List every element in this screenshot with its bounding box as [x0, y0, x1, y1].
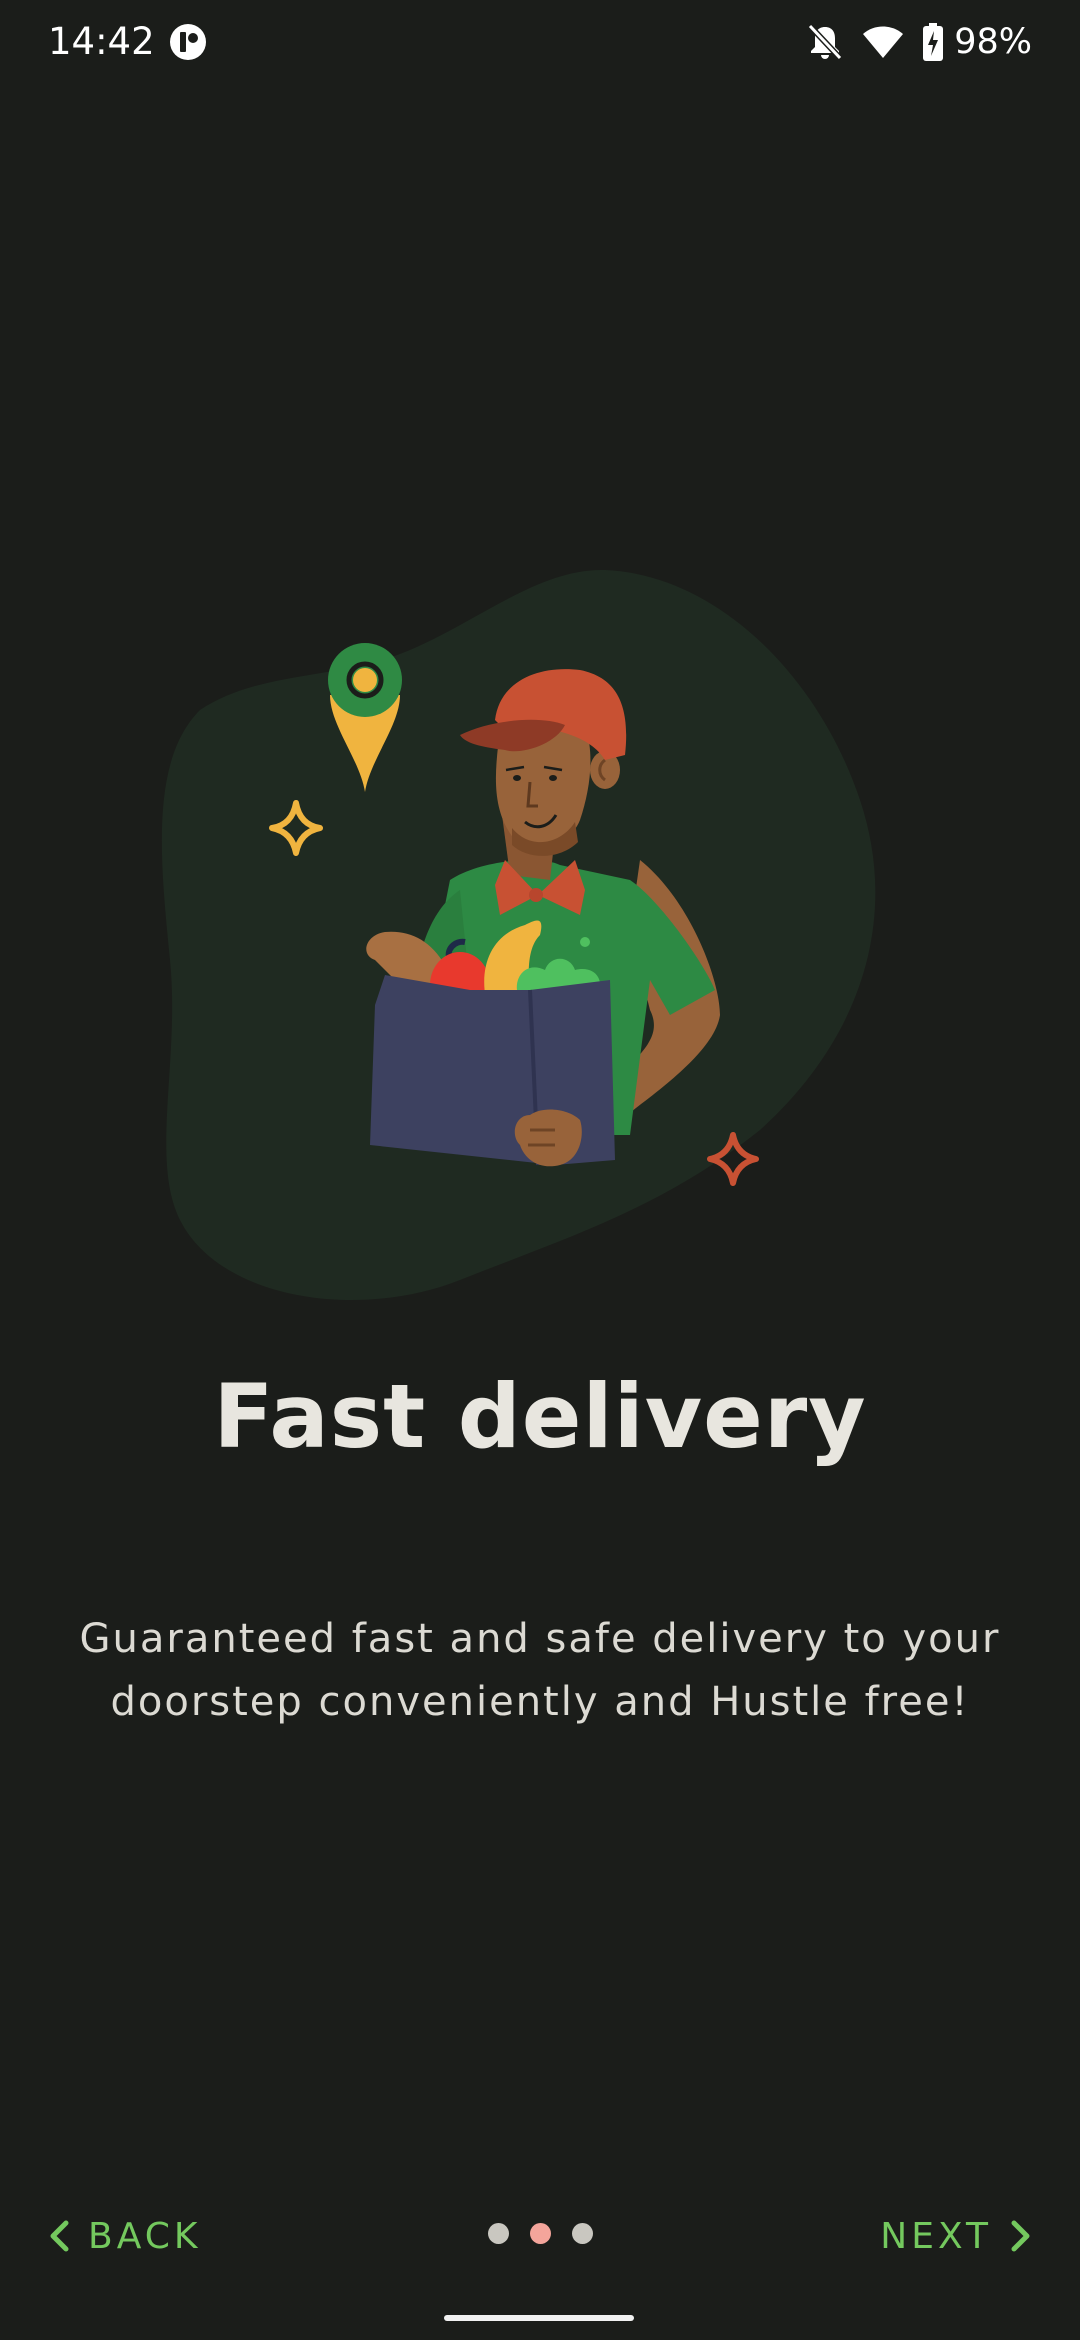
- battery-percentage: 98%: [954, 22, 1032, 62]
- bell-off-icon: [808, 23, 843, 61]
- status-icons: 98%: [806, 20, 1032, 64]
- description-line-2: doorstep conveniently and Hustle free!: [110, 1679, 970, 1725]
- app-notification-icon: [170, 24, 206, 60]
- battery-charging-icon: [923, 23, 944, 61]
- status-bar: 14:42 98%: [0, 0, 1080, 84]
- page-dot-1: [487, 2223, 509, 2244]
- next-label: NEXT: [880, 2215, 992, 2257]
- wifi-icon: [863, 26, 904, 58]
- description-line-1: Guaranteed fast and safe delivery to you…: [79, 1616, 1001, 1662]
- chevron-right-icon: [1011, 2220, 1030, 2252]
- delivery-person-illustration: [161, 569, 876, 1300]
- page-dot-3: [571, 2223, 593, 2244]
- onboarding-description: Guaranteed fast and safe delivery to you…: [70, 1608, 1010, 1734]
- status-time: 14:42: [48, 20, 155, 63]
- onboarding-title: Fast delivery: [213, 1365, 867, 1468]
- next-button[interactable]: NEXT: [880, 2208, 1032, 2264]
- page-dot-2-active: [529, 2223, 551, 2244]
- onboarding-screen: 14:42 98% Fast delivery Guaranteed fast …: [0, 0, 1080, 2340]
- home-indicator[interactable]: [444, 2315, 634, 2321]
